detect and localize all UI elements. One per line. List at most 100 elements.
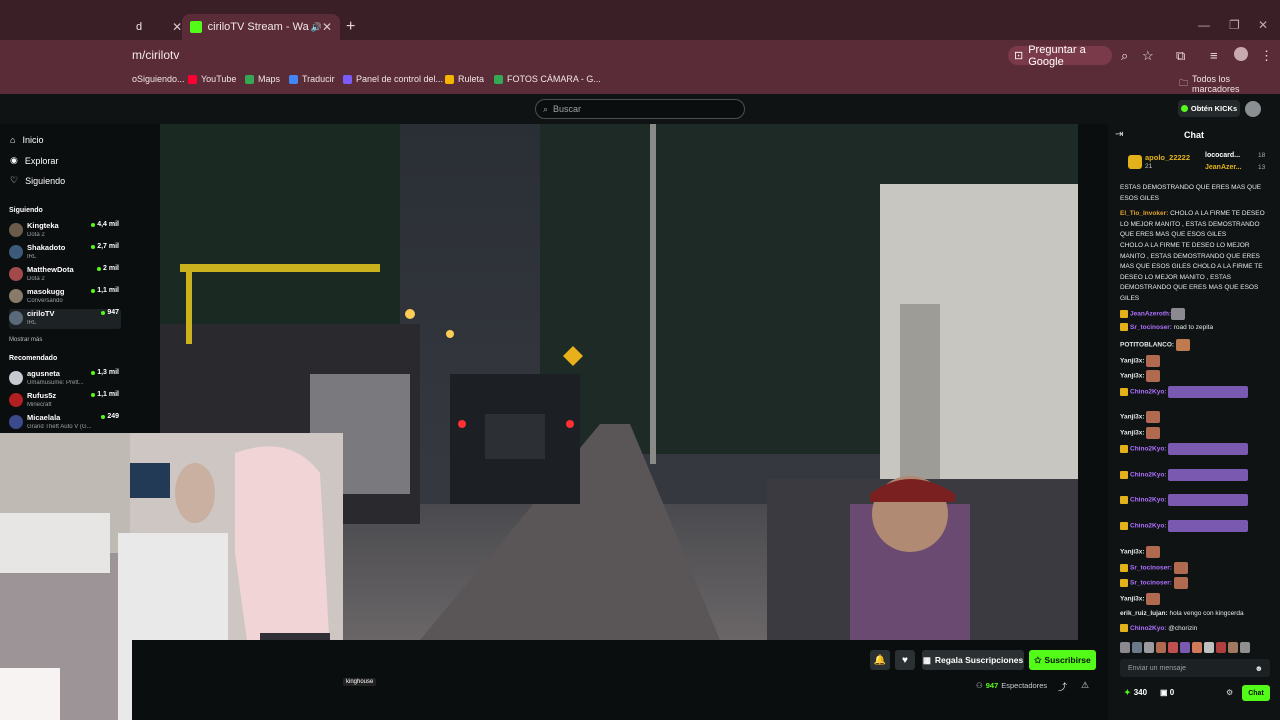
sidebar-item-explorar[interactable]: ◉ Explorar: [10, 155, 58, 166]
all-bookmarks[interactable]: 🗀 Todos los marcadores: [1179, 74, 1280, 94]
gifter-name[interactable]: apolo_22222: [1145, 153, 1190, 162]
emote-icon: [1146, 427, 1161, 439]
chat-username[interactable]: Yanji3x:: [1120, 414, 1145, 421]
emote-icon[interactable]: [1156, 642, 1166, 653]
sidebar-item-inicio[interactable]: ⌂ Inicio: [10, 135, 43, 145]
chat-input-placeholder: Enviar un mensaje: [1128, 664, 1186, 672]
browser-menu-icon[interactable]: ⋮: [1260, 48, 1273, 64]
follow-heart-button[interactable]: ♥: [895, 650, 915, 670]
emote-icon[interactable]: [1132, 642, 1142, 653]
sidebar-channel[interactable]: agusneta Umamusume: Prett... 1,3 mil: [9, 369, 121, 389]
chat-username[interactable]: Yanji3x:: [1120, 430, 1145, 437]
emote-icon[interactable]: [1120, 642, 1130, 653]
chat-username[interactable]: Sr_tocinoser:: [1130, 324, 1172, 331]
extensions-icon[interactable]: ⧉: [1176, 48, 1185, 64]
chat-username[interactable]: Chino2Kyo:: [1130, 446, 1166, 453]
new-tab-button[interactable]: +: [346, 18, 355, 36]
gifter-name[interactable]: JeanAzer...: [1205, 164, 1242, 171]
url-field[interactable]: m/cirilotv: [132, 48, 179, 62]
gift-subs-button[interactable]: ▦ Regala Suscripciones: [922, 650, 1024, 670]
zoom-icon[interactable]: ⌕: [1121, 48, 1128, 64]
chat-username[interactable]: erik_ruiz_lujan:: [1120, 610, 1168, 617]
speaker-icon[interactable]: 🔊: [311, 22, 322, 33]
chat-username[interactable]: Yanji3x:: [1120, 358, 1145, 365]
bookmark-item[interactable]: Panel de control del...: [343, 74, 443, 84]
sidebar-channel[interactable]: Kingteka Dota 2 4,4 mil: [9, 221, 121, 241]
chat-message: Yanji3x:: [1120, 427, 1270, 439]
chat-username[interactable]: El_Tio_Invoker:: [1120, 210, 1168, 217]
ask-google-button[interactable]: ⊡ Preguntar a Google: [1008, 44, 1112, 68]
sidebar-channel[interactable]: MatthewDota Dota 2 2 mil: [9, 265, 121, 285]
emote-icon: [1171, 308, 1186, 320]
show-more-link[interactable]: Mostrar más: [9, 337, 42, 343]
bookmark-item[interactable]: Traducir: [289, 74, 335, 84]
gifts-counter[interactable]: ▣ 0: [1160, 688, 1174, 697]
bookmark-item[interactable]: Ruleta: [445, 74, 484, 84]
emote-picker-bar[interactable]: [1120, 642, 1270, 656]
emote-icon[interactable]: [1216, 642, 1226, 653]
translate-icon: [289, 74, 298, 84]
chat-username[interactable]: Sr_tocinoser:: [1130, 565, 1172, 572]
bookmark-item[interactable]: Maps: [245, 74, 280, 84]
chat-settings-icon[interactable]: ⚙: [1226, 688, 1233, 697]
close-window-icon[interactable]: ✕: [1258, 18, 1268, 32]
emote-icon[interactable]: [1240, 642, 1250, 653]
channel-name: agusneta: [27, 369, 60, 378]
chat-username[interactable]: Chino2Kyo:: [1130, 497, 1166, 504]
badge-icon: [1120, 323, 1128, 332]
media-control-icon[interactable]: ≡: [1210, 48, 1218, 63]
chat-username[interactable]: Yanji3x:: [1120, 373, 1145, 380]
bookmark-item[interactable]: oSiguiendo...: [132, 74, 185, 84]
bookmark-item[interactable]: YouTube: [188, 74, 236, 84]
chat-username[interactable]: JeanAzeroth:: [1130, 311, 1171, 318]
report-icon[interactable]: ⚠: [1081, 680, 1089, 691]
channel-category: Dota 2: [27, 276, 45, 282]
share-icon[interactable]: ⤴: [1058, 680, 1067, 693]
emote-icon[interactable]: [1192, 642, 1202, 653]
sidebar-channel-active[interactable]: ciriloTV IRL 947: [9, 309, 121, 329]
chat-message: Yanji3x:: [1120, 370, 1270, 382]
sidebar-item-siguiendo[interactable]: ♡ Siguiendo: [10, 175, 65, 186]
chat-username[interactable]: Yanji3x:: [1120, 549, 1145, 556]
close-tab-icon[interactable]: ✕: [322, 20, 332, 34]
chat-username[interactable]: Chino2Kyo:: [1130, 389, 1166, 396]
channel-points[interactable]: ✦ 340: [1124, 688, 1147, 697]
close-tab-icon[interactable]: ✕: [172, 20, 182, 34]
browser-tab[interactable]: d ✕: [130, 14, 182, 40]
badge-icon: [1120, 445, 1128, 453]
bookmark-label: Panel de control del...: [356, 74, 444, 84]
minimize-icon[interactable]: —: [1198, 18, 1210, 32]
get-kicks-button[interactable]: Obtén KICKs: [1178, 100, 1240, 117]
emoji-icon[interactable]: ☻: [1255, 664, 1263, 673]
sidebar-channel[interactable]: Shakadoto IRL 2,7 mil: [9, 243, 121, 263]
chat-username[interactable]: Chino2Kyo:: [1130, 625, 1166, 632]
emote-icon[interactable]: [1144, 642, 1154, 653]
chat-username[interactable]: Yanji3x:: [1120, 596, 1145, 603]
profile-avatar[interactable]: [1234, 47, 1248, 61]
chat-username[interactable]: Chino2Kyo:: [1130, 472, 1166, 479]
chat-username[interactable]: Chino2Kyo:: [1130, 523, 1166, 530]
notification-bell-button[interactable]: 🔔: [870, 650, 890, 670]
user-avatar[interactable]: [1245, 101, 1261, 117]
bookmark-item[interactable]: FOTOS CÁMARA - G...: [494, 74, 601, 84]
sidebar-channel[interactable]: Micaelala Grand Theft Auto V (G... 249: [9, 413, 121, 433]
bookmark-star-icon[interactable]: ☆: [1142, 48, 1154, 64]
roulette-icon: [445, 74, 454, 84]
badge-icon: [1120, 579, 1128, 587]
panel-icon: [343, 74, 352, 84]
send-chat-button[interactable]: Chat: [1242, 685, 1270, 701]
browser-tab-active[interactable]: ciriloTV Stream - Watch Live 🔊 ✕: [182, 14, 340, 40]
chat-input[interactable]: Enviar un mensaje ☻: [1120, 659, 1270, 677]
emote-icon[interactable]: [1168, 642, 1178, 653]
chat-username[interactable]: POTITOBLANCO:: [1120, 342, 1174, 349]
restore-icon[interactable]: ❐: [1229, 18, 1240, 32]
emote-icon[interactable]: [1204, 642, 1214, 653]
search-input[interactable]: ⌕ Buscar: [535, 99, 745, 119]
chat-username[interactable]: Sr_tocinoser:: [1130, 580, 1172, 587]
emote-icon[interactable]: [1180, 642, 1190, 653]
sidebar-channel[interactable]: Rufus5z Minecraft 1,1 mil: [9, 391, 121, 411]
emote-icon[interactable]: [1228, 642, 1238, 653]
gifter-name[interactable]: lococard...: [1205, 152, 1240, 159]
subscribe-button[interactable]: ✩ Suscribirse: [1029, 650, 1096, 670]
sidebar-channel[interactable]: masokugg Conversando 1,1 mil: [9, 287, 121, 307]
